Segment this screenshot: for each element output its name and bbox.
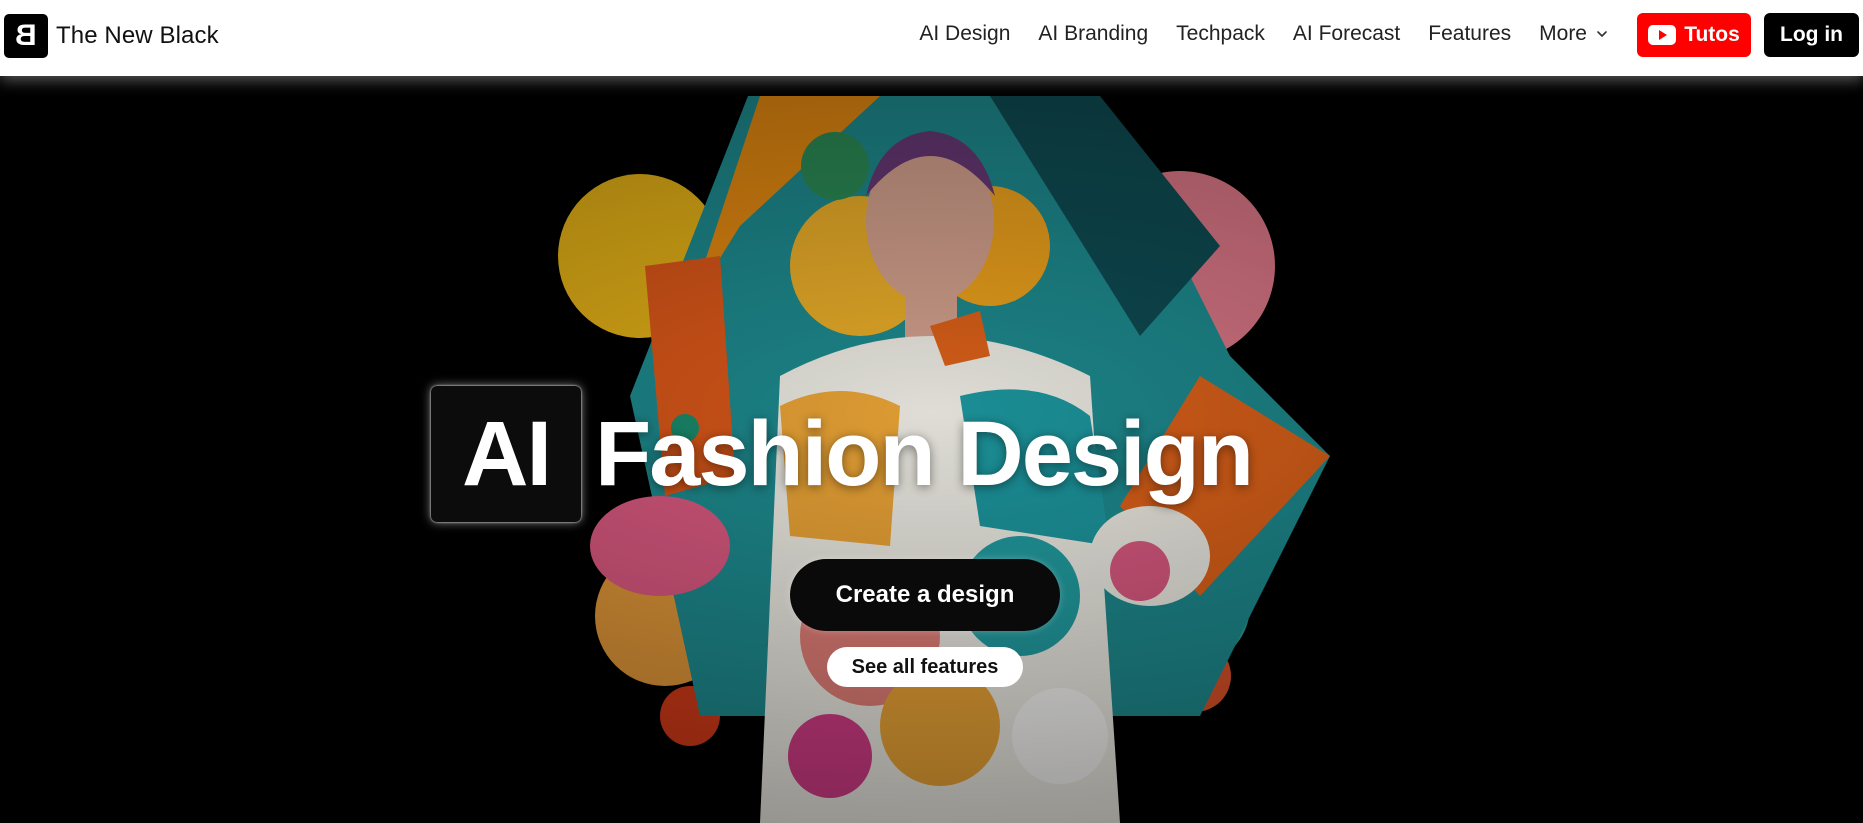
tutos-label: Tutos [1684, 23, 1740, 46]
brand-name: The New Black [56, 22, 219, 49]
nav-more-label: More [1539, 22, 1587, 45]
nav-techpack[interactable]: Techpack [1176, 22, 1265, 46]
nav-features[interactable]: Features [1428, 22, 1511, 46]
chevron-down-icon [1597, 31, 1607, 37]
brand-logo-letter: B [15, 19, 37, 52]
create-design-button[interactable]: Create a design [790, 559, 1060, 631]
nav-more-dropdown[interactable]: More [1539, 22, 1609, 46]
brand-link[interactable]: B The New Black [4, 14, 219, 58]
brand-logo: B [4, 14, 48, 58]
login-button[interactable]: Log in [1764, 13, 1859, 57]
nav-ai-forecast[interactable]: AI Forecast [1293, 22, 1400, 46]
hero-title-text: Fashion Design [595, 402, 1254, 505]
nav-ai-design[interactable]: AI Design [919, 22, 1010, 46]
hero-title-ai-box: AI [431, 386, 582, 522]
hero-title: AI Fashion Design [0, 386, 1863, 522]
see-all-features-button[interactable]: See all features [827, 647, 1023, 687]
tutos-button[interactable]: Tutos [1637, 13, 1751, 57]
nav-ai-branding[interactable]: AI Branding [1038, 22, 1148, 46]
main-nav: AI Design AI Branding Techpack AI Foreca… [891, 0, 1609, 68]
youtube-icon [1648, 25, 1677, 45]
hero-section: AI Fashion Design Create a design See al… [0, 76, 1863, 823]
site-header: B The New Black AI Design AI Branding Te… [0, 0, 1863, 76]
